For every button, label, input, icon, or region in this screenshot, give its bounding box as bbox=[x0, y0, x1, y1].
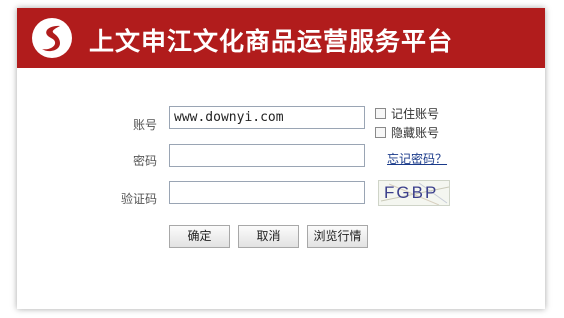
login-panel: 上文申江文化商品运营服务平台 账号 记住账号 隐藏账号 密码 忘记密码？ 验证码… bbox=[17, 8, 545, 309]
password-label: 密码 bbox=[132, 154, 157, 168]
forgot-password-link[interactable]: 忘记密码？ bbox=[387, 150, 447, 167]
remember-account-checkbox[interactable]: 记住账号 bbox=[375, 105, 439, 122]
header-bar: 上文申江文化商品运营服务平台 bbox=[17, 8, 545, 68]
hide-account-checkbox[interactable]: 隐藏账号 bbox=[375, 124, 439, 141]
captcha-text: FGBP bbox=[384, 183, 439, 202]
captcha-label: 验证码 bbox=[120, 192, 157, 206]
captcha-input[interactable] bbox=[169, 181, 365, 204]
remember-checkbox-label: 记住账号 bbox=[391, 107, 440, 121]
hide-checkbox-box[interactable] bbox=[375, 127, 386, 138]
password-input[interactable] bbox=[169, 144, 365, 167]
remember-checkbox-box[interactable] bbox=[375, 108, 386, 119]
account-input[interactable] bbox=[169, 106, 365, 129]
browse-market-button[interactable]: 浏览行情 bbox=[307, 225, 368, 248]
account-label: 账号 bbox=[132, 118, 157, 132]
app-title: 上文申江文化商品运营服务平台 bbox=[89, 27, 454, 56]
cancel-button[interactable]: 取消 bbox=[238, 225, 299, 248]
captcha-image[interactable]: FGBP bbox=[378, 180, 450, 206]
confirm-button[interactable]: 确定 bbox=[169, 225, 230, 248]
swoosh-logo-icon bbox=[32, 18, 72, 58]
hide-checkbox-label: 隐藏账号 bbox=[391, 126, 440, 140]
